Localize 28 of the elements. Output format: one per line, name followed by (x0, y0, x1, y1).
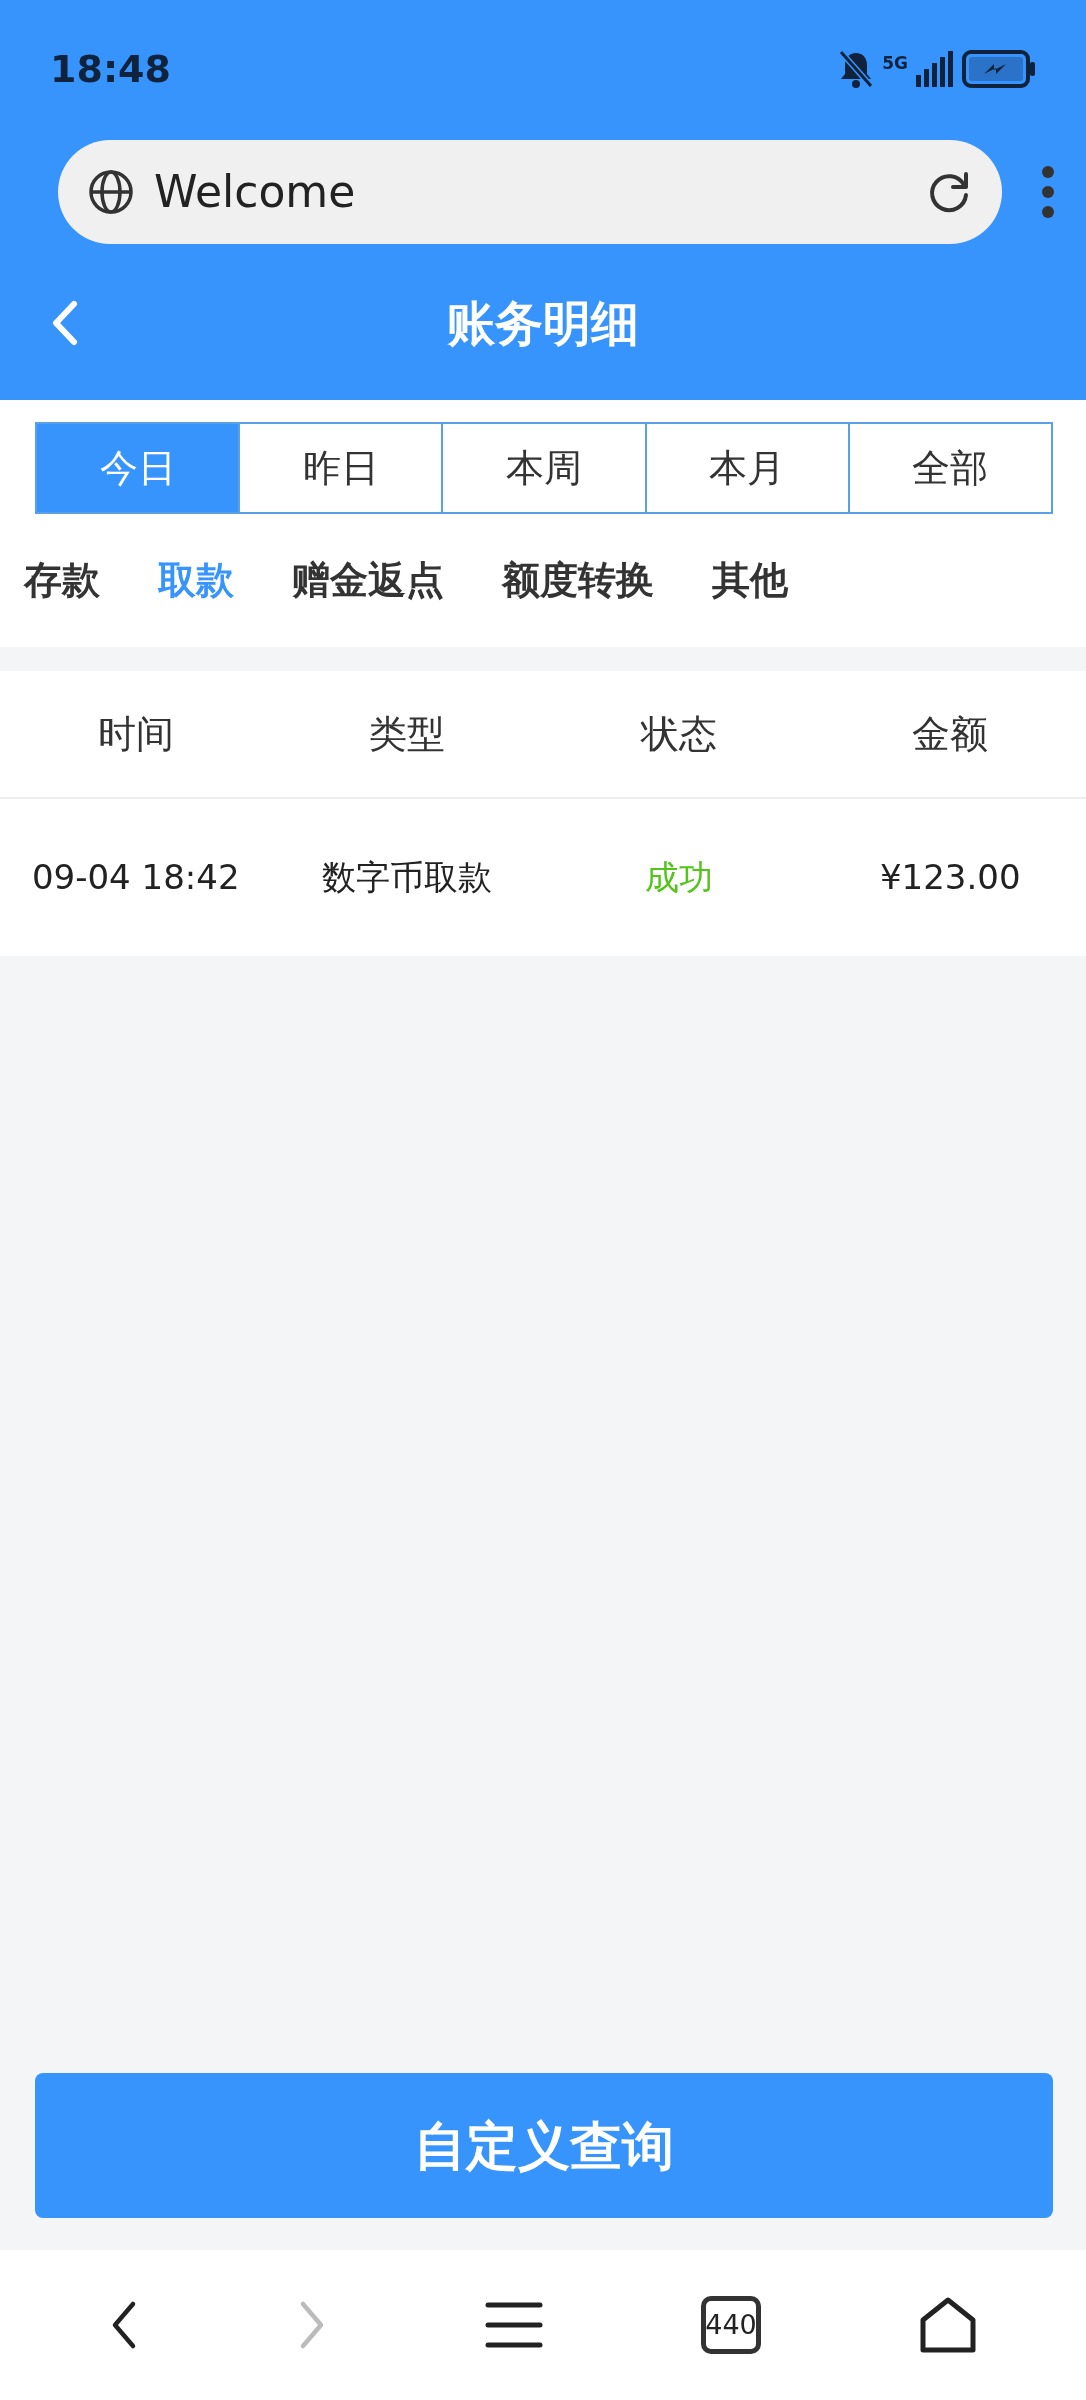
menu-icon (485, 2301, 543, 2349)
amount-cell: ¥123.00 (879, 857, 1021, 897)
type-cell: 数字币取款 (322, 857, 493, 897)
menu-button[interactable] (485, 2301, 543, 2349)
status-time: 18:48 (50, 45, 171, 93)
category-tab[interactable]: 存款 (24, 552, 100, 609)
status-cell: 成功 (644, 857, 713, 897)
muted-bell-icon (838, 49, 875, 89)
network-label: 5G (882, 52, 908, 75)
chevron-left-icon (50, 300, 80, 346)
column-header: 类型 (369, 711, 446, 756)
page-heading: 账务明细 (447, 294, 639, 353)
globe-icon (88, 169, 134, 215)
battery-icon (962, 50, 1036, 88)
category-tab[interactable]: 赠金返点 (292, 552, 444, 609)
more-menu-icon[interactable] (1040, 164, 1056, 220)
column-header: 金额 (912, 711, 989, 756)
time-cell: 09-04 18:42 (31, 857, 240, 897)
home-button[interactable] (919, 2296, 977, 2354)
address-bar[interactable]: Welcome (58, 140, 1002, 244)
column-header: 时间 (97, 711, 174, 756)
column-header: 状态 (640, 711, 717, 756)
home-icon (919, 2296, 977, 2354)
category-tab[interactable]: 其他 (712, 552, 788, 609)
page-title: Welcome (154, 165, 357, 219)
category-tab[interactable]: 额度转换 (502, 552, 654, 609)
tabs-button[interactable]: 440 (701, 2296, 761, 2354)
signal-icon (916, 51, 954, 87)
